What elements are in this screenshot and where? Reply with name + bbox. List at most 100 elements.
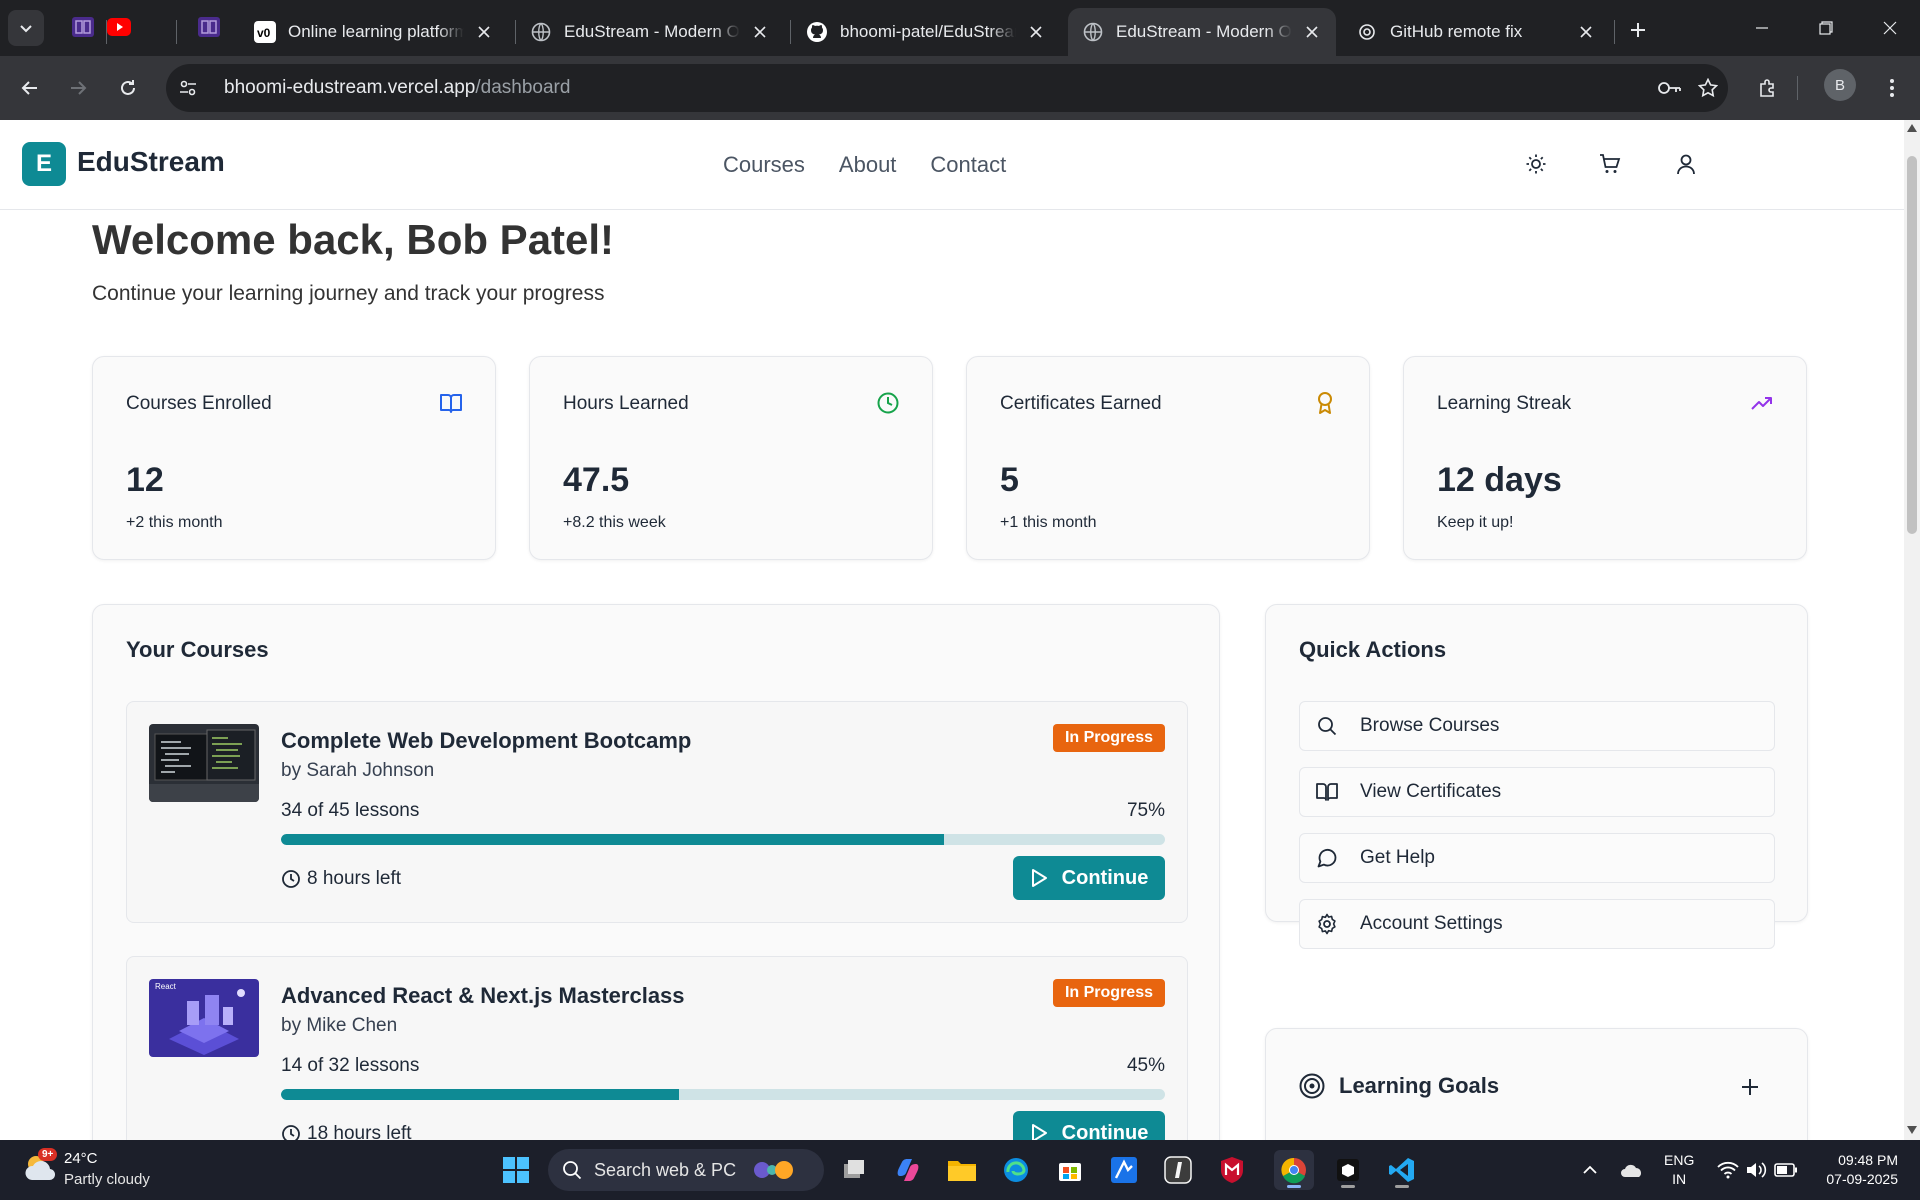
nav-contact[interactable]: Contact — [930, 152, 1006, 178]
start-button[interactable] — [496, 1150, 536, 1190]
browser-tab-2[interactable]: EduStream - Modern Online — [516, 8, 784, 56]
clock-icon — [282, 870, 300, 888]
system-clock[interactable]: 09:48 PM 07-09-2025 — [1826, 1151, 1898, 1189]
app-button-dark[interactable] — [1158, 1150, 1198, 1190]
wifi-icon[interactable] — [1714, 1158, 1742, 1182]
course-card[interactable]: Complete Web Development Bootcamp by Sar… — [126, 701, 1188, 923]
scroll-thumb[interactable] — [1907, 156, 1917, 534]
close-icon[interactable] — [1302, 22, 1322, 42]
browser-tab-4-active[interactable]: EduStream - Modern Online — [1068, 8, 1336, 56]
add-goal-button[interactable] — [1736, 1073, 1764, 1101]
pinned-tab-youtube[interactable] — [106, 14, 132, 40]
account-settings-button[interactable]: Account Settings — [1299, 899, 1775, 949]
theme-toggle-button[interactable] — [1518, 146, 1554, 182]
book-app-icon — [198, 17, 220, 37]
browse-courses-button[interactable]: Browse Courses — [1299, 701, 1775, 751]
edge-button[interactable] — [996, 1150, 1036, 1190]
trending-up-icon — [1751, 397, 1772, 410]
browser-tab-3[interactable]: bhoomi-patel/EduStream — [792, 8, 1060, 56]
stat-change: Keep it up! — [1437, 514, 1514, 531]
tray-overflow-button[interactable] — [1576, 1158, 1604, 1182]
volume-icon[interactable] — [1742, 1158, 1770, 1182]
taskbar-search[interactable]: Search web & PC — [548, 1149, 824, 1191]
pinned-tab-app-2[interactable] — [196, 14, 222, 40]
minimize-button[interactable] — [1738, 8, 1786, 48]
clock-icon — [877, 392, 899, 414]
page-scrollbar[interactable] — [1904, 120, 1920, 1140]
extensions-button[interactable] — [1748, 68, 1788, 108]
onedrive-icon[interactable] — [1618, 1158, 1646, 1182]
app-button-box[interactable] — [1328, 1150, 1368, 1190]
url-text: bhoomi-edustream.vercel.app/dashboard — [224, 77, 571, 98]
section-title: Quick Actions — [1299, 637, 1447, 662]
close-icon[interactable] — [1026, 22, 1046, 42]
close-icon[interactable] — [750, 22, 770, 42]
weather-description: Partly cloudy — [64, 1171, 150, 1188]
logo-mark[interactable]: E — [22, 142, 66, 186]
chrome-icon — [1281, 1157, 1306, 1184]
task-view-button[interactable] — [834, 1150, 874, 1190]
back-button[interactable] — [10, 68, 50, 108]
nav-about[interactable]: About — [839, 152, 897, 178]
continue-button[interactable]: Continue — [1013, 856, 1165, 900]
microsoft-store-button[interactable] — [1050, 1150, 1090, 1190]
weather-widget[interactable]: 9+ — [22, 1148, 58, 1186]
tab-title: bhoomi-patel/EduStream — [840, 22, 1016, 41]
copilot-button[interactable] — [888, 1150, 928, 1190]
view-certificates-button[interactable]: View Certificates — [1299, 767, 1775, 817]
vscode-button[interactable] — [1382, 1150, 1422, 1190]
copilot-icon — [897, 1159, 919, 1181]
cart-button[interactable] — [1592, 146, 1628, 182]
address-bar[interactable]: bhoomi-edustream.vercel.app/dashboard — [166, 64, 1728, 112]
language-indicator[interactable]: ENG IN — [1664, 1151, 1694, 1189]
minimize-icon — [1756, 27, 1768, 29]
browser-tab-5[interactable]: GitHub remote fix — [1342, 8, 1610, 56]
course-title[interactable]: Complete Web Development Bootcamp — [281, 728, 691, 754]
settings-icon — [1316, 913, 1338, 935]
close-icon[interactable] — [1576, 22, 1596, 42]
page-subtitle: Continue your learning journey and track… — [92, 282, 605, 305]
nav-courses[interactable]: Courses — [723, 152, 805, 178]
app-button-blue[interactable] — [1104, 1150, 1144, 1190]
book-app-icon — [72, 17, 94, 37]
stat-change: +8.2 this week — [563, 514, 666, 531]
get-help-button[interactable]: Get Help — [1299, 833, 1775, 883]
browser-menu-button[interactable] — [1872, 68, 1912, 108]
file-explorer-button[interactable] — [942, 1150, 982, 1190]
tab-search-button[interactable] — [8, 10, 44, 46]
youtube-icon — [107, 18, 131, 36]
site-info-icon[interactable] — [168, 68, 208, 108]
course-title[interactable]: Advanced React & Next.js Masterclass — [281, 983, 685, 1009]
blue-app-icon — [1111, 1157, 1137, 1183]
profile-avatar[interactable]: B — [1824, 69, 1856, 101]
logo-text[interactable]: EduStream — [77, 146, 225, 178]
v0-icon: v0 — [254, 21, 276, 43]
restore-button[interactable] — [1802, 8, 1850, 48]
stat-value: 12 — [126, 461, 164, 499]
battery-icon[interactable] — [1772, 1158, 1800, 1182]
chrome-button[interactable] — [1274, 1150, 1314, 1190]
bookmark-star-icon[interactable] — [1688, 64, 1728, 112]
key-icon[interactable] — [1650, 64, 1690, 112]
close-icon[interactable] — [474, 22, 494, 42]
close-window-button[interactable] — [1866, 8, 1914, 48]
stat-label: Hours Learned — [563, 393, 689, 414]
stat-value: 5 — [1000, 461, 1019, 499]
web-page: E EduStream Courses About Contact Welcom… — [0, 120, 1920, 1140]
course-card[interactable]: React Advanced React & Next.js Mastercla… — [126, 956, 1188, 1140]
stat-value: 47.5 — [563, 461, 630, 499]
pinned-tab-app-1[interactable] — [70, 14, 96, 40]
reload-button[interactable] — [108, 68, 148, 108]
stat-card-hours-learned: Hours Learned 47.5 +8.2 this week — [529, 356, 933, 560]
continue-button[interactable]: Continue — [1013, 1111, 1165, 1140]
shopping-cart-icon — [1600, 154, 1621, 173]
mcafee-button[interactable] — [1212, 1150, 1252, 1190]
scroll-up-arrow[interactable] — [1907, 124, 1917, 132]
new-tab-button[interactable] — [1622, 14, 1654, 46]
browser-tab-1[interactable]: v0 Online learning platform — [240, 8, 508, 56]
forward-button[interactable] — [58, 68, 98, 108]
scroll-down-arrow[interactable] — [1907, 1126, 1917, 1134]
stat-label: Learning Streak — [1437, 393, 1572, 414]
book-icon — [440, 394, 462, 413]
user-account-button[interactable] — [1668, 146, 1704, 182]
